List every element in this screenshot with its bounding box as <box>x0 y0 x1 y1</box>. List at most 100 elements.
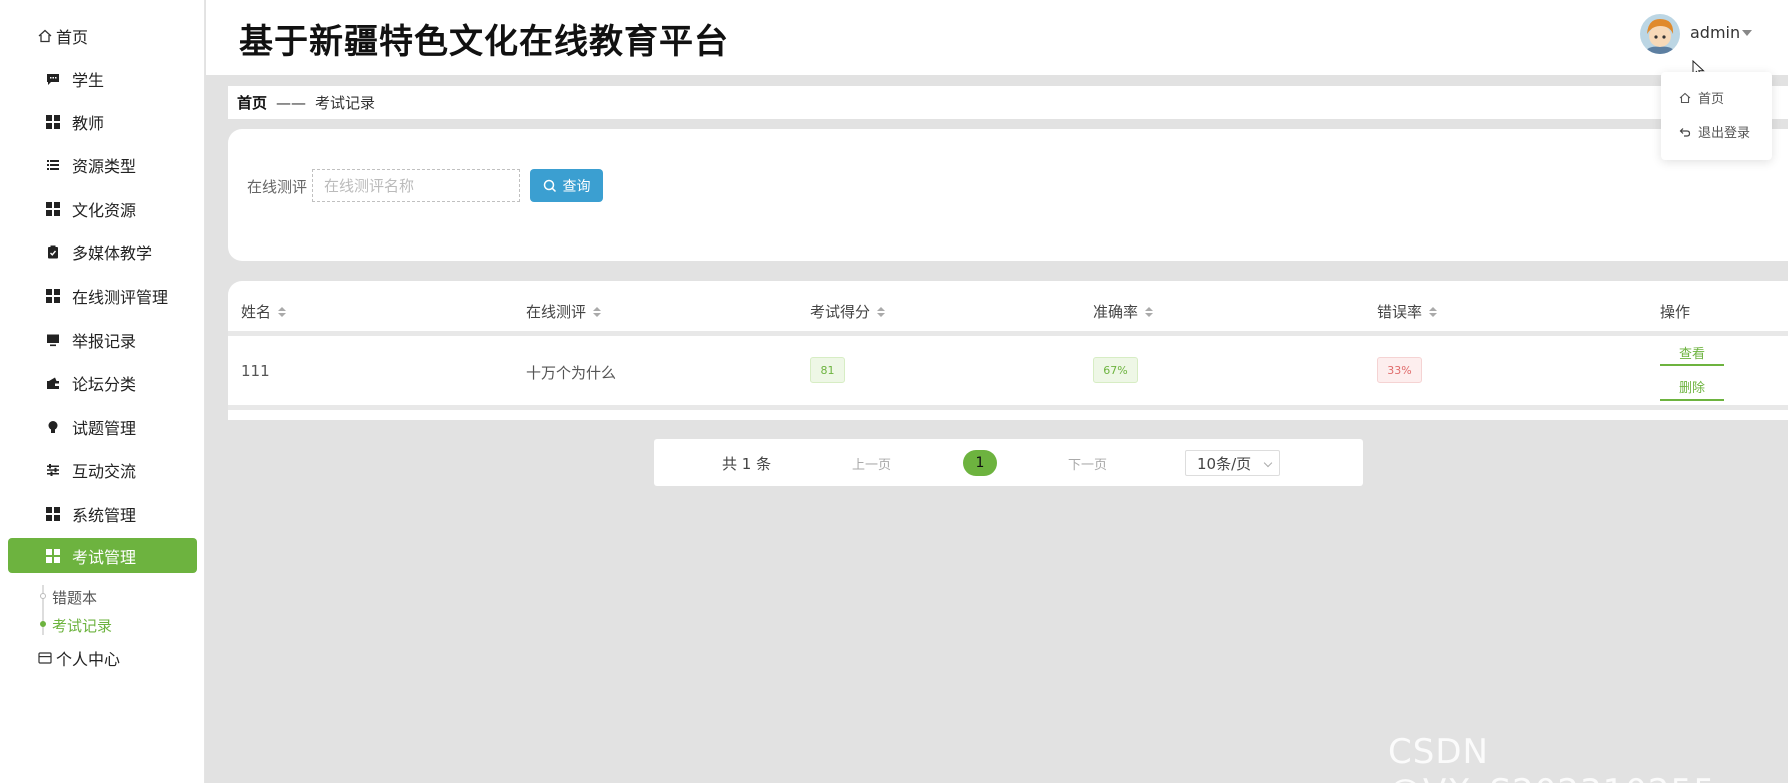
sidebar-item-label: 考试管理 <box>72 547 137 567</box>
chevron-down-icon <box>1263 458 1273 468</box>
sort-icon[interactable] <box>278 306 287 317</box>
avatar[interactable] <box>1640 14 1680 54</box>
sidebar-item-exam-management[interactable]: 考试管理 <box>8 538 197 573</box>
grid-icon <box>46 506 60 521</box>
sidebar-item-system-management[interactable]: 系统管理 <box>8 496 197 531</box>
error-rate-badge: 33% <box>1377 357 1422 383</box>
home-icon <box>1679 92 1691 104</box>
search-button-label: 查询 <box>562 177 591 194</box>
sort-icon[interactable] <box>1145 306 1154 317</box>
column-header-actions: 操作 <box>1660 303 1691 321</box>
sidebar-item-assessment-management[interactable]: 在线测评管理 <box>8 278 197 313</box>
sidebar: 首页 学生 教师 资源类型 文化资源 多媒体教学 在线测评管理 举报记录 论坛分… <box>0 0 205 783</box>
dropdown-item-label: 退出登录 <box>1698 126 1751 141</box>
username[interactable]: admin <box>1690 23 1740 42</box>
submenu-dot-active <box>40 621 46 627</box>
dropdown-item-logout[interactable]: 退出登录 <box>1679 122 1750 141</box>
search-label: 在线测评 <box>247 178 308 196</box>
cell-name: 111 <box>241 362 270 380</box>
sidebar-subitem-wrong-questions[interactable]: 错题本 <box>52 587 97 608</box>
sidebar-item-teachers[interactable]: 教师 <box>8 104 197 139</box>
clipboard-icon <box>46 245 60 259</box>
column-header-score[interactable]: 考试得分 <box>810 301 886 322</box>
accuracy-badge: 67% <box>1093 357 1138 383</box>
sidebar-subitem-exam-records[interactable]: 考试记录 <box>52 615 112 636</box>
search-panel: 在线测评 查询 <box>228 129 1788 261</box>
sort-icon[interactable] <box>1429 306 1438 317</box>
sidebar-item-label: 首页 <box>56 27 89 47</box>
assessment-name-input[interactable] <box>312 169 520 202</box>
sidebar-item-label: 教师 <box>72 113 105 133</box>
grid-icon <box>46 114 60 129</box>
sidebar-item-interaction[interactable]: 互动交流 <box>8 452 197 487</box>
page-size-select[interactable]: 10条/页 <box>1185 450 1280 476</box>
sidebar-item-label: 系统管理 <box>72 505 137 525</box>
table-divider <box>228 331 1788 336</box>
score-badge: 81 <box>810 357 845 383</box>
delete-button[interactable]: 删除 <box>1660 377 1724 396</box>
next-page-button[interactable]: 下一页 <box>1068 454 1107 473</box>
pagination: 共 1 条 上一页 1 下一页 10条/页 <box>654 439 1363 486</box>
sidebar-item-label: 互动交流 <box>72 461 137 481</box>
column-header-name[interactable]: 姓名 <box>241 301 287 322</box>
page-number-current[interactable]: 1 <box>963 450 997 476</box>
breadcrumb-home[interactable]: 首页 <box>237 92 267 113</box>
sidebar-item-resource-types[interactable]: 资源类型 <box>8 147 197 182</box>
column-header-accuracy[interactable]: 准确率 <box>1093 301 1154 322</box>
sidebar-item-question-management[interactable]: 试题管理 <box>8 409 197 444</box>
dropdown-item-home[interactable]: 首页 <box>1679 88 1724 107</box>
home-icon <box>38 29 52 43</box>
grid-icon <box>46 288 60 303</box>
view-button[interactable]: 查看 <box>1660 343 1724 362</box>
grid-icon <box>46 548 60 563</box>
delete-button-underline <box>1660 399 1724 401</box>
prev-page-button[interactable]: 上一页 <box>852 454 891 473</box>
top-header: 基于新疆特色文化在线教育平台 admin <box>206 0 1788 75</box>
breadcrumb: 首页 —— 考试记录 <box>228 86 1788 119</box>
sidebar-item-label: 在线测评管理 <box>72 287 169 307</box>
sidebar-item-students[interactable]: 学生 <box>8 61 197 96</box>
column-header-assessment[interactable]: 在线测评 <box>526 301 602 322</box>
bulb-icon <box>46 420 60 434</box>
submenu-dot <box>40 593 46 599</box>
search-icon <box>543 179 557 193</box>
sidebar-item-multimedia-teaching[interactable]: 多媒体教学 <box>8 234 197 269</box>
breadcrumb-separator: —— <box>276 93 307 112</box>
exam-records-table: 姓名 在线测评 考试得分 准确率 错误率 操作 111 十万个为什么 81 67… <box>228 281 1788 420</box>
sidebar-item-label: 多媒体教学 <box>72 243 153 263</box>
search-button[interactable]: 查询 <box>530 169 603 202</box>
sidebar-item-forum-categories[interactable]: 论坛分类 <box>8 365 197 400</box>
sidebar-item-label: 试题管理 <box>72 418 137 438</box>
watermark: CSDN @VX_S202310255 <box>1388 732 1715 783</box>
sidebar-item-home[interactable]: 首页 <box>8 18 197 53</box>
column-header-error-rate[interactable]: 错误率 <box>1377 301 1438 322</box>
sliders-icon <box>46 463 60 477</box>
sidebar-item-label: 举报记录 <box>72 331 137 351</box>
site-title: 基于新疆特色文化在线教育平台 <box>239 22 729 62</box>
breadcrumb-current: 考试记录 <box>315 94 376 112</box>
monitor-icon <box>46 333 60 347</box>
sort-icon[interactable] <box>593 306 602 317</box>
sidebar-item-report-records[interactable]: 举报记录 <box>8 322 197 357</box>
table-divider <box>228 405 1788 410</box>
sidebar-item-label: 学生 <box>72 70 105 90</box>
sidebar-item-label: 个人中心 <box>56 649 121 669</box>
view-button-underline <box>1660 364 1724 366</box>
dropdown-item-label: 首页 <box>1698 92 1725 107</box>
table-header: 姓名 在线测评 考试得分 准确率 错误率 操作 <box>228 281 1788 331</box>
sidebar-item-cultural-resources[interactable]: 文化资源 <box>8 191 197 226</box>
cell-assessment: 十万个为什么 <box>526 364 617 382</box>
sidebar-item-personal-center[interactable]: 个人中心 <box>8 640 197 675</box>
sidebar-item-label: 论坛分类 <box>72 374 137 394</box>
sidebar-item-label: 资源类型 <box>72 156 137 176</box>
card-icon <box>38 651 52 665</box>
list-icon <box>46 158 60 172</box>
sidebar-item-label: 文化资源 <box>72 200 137 220</box>
logout-icon <box>1679 126 1691 138</box>
chat-icon <box>46 72 60 86</box>
sort-icon[interactable] <box>877 306 886 317</box>
pagination-total: 共 1 条 <box>722 455 772 473</box>
wallet-icon <box>46 376 60 390</box>
user-dropdown-menu: 首页 退出登录 <box>1661 72 1772 160</box>
caret-down-icon[interactable] <box>1742 30 1752 36</box>
